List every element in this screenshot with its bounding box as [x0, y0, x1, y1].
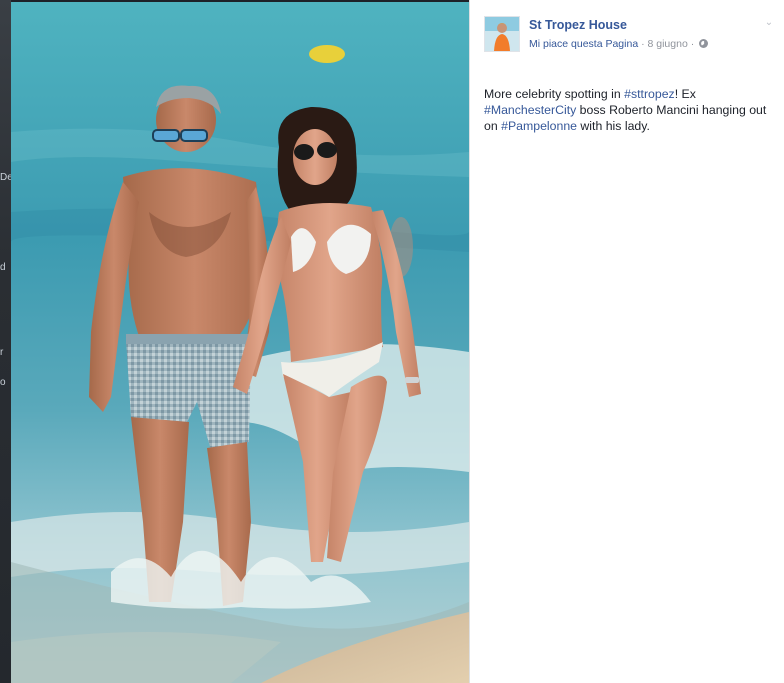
meta-separator: · [641, 38, 645, 50]
beach-photo-illustration [11, 2, 469, 683]
avatar-image [485, 17, 519, 51]
globe-icon [699, 39, 709, 48]
post-meta: Mi piace questa Pagina · 8 giugno · [529, 38, 709, 50]
post-detail-panel: St Tropez House Mi piace questa Pagina ·… [469, 0, 784, 683]
facebook-photo-viewer: De d r o St Tropez House Mi piace questa… [0, 0, 784, 683]
page-name-link[interactable]: St Tropez House [529, 18, 627, 32]
post-date[interactable]: 8 giugno [648, 38, 688, 50]
caption-text: ! Ex [674, 87, 696, 101]
post-caption: More celebrity spotting in #sttropez! Ex… [484, 86, 782, 134]
hashtag-link[interactable]: #Pampelonne [501, 119, 577, 133]
hashtag-link[interactable]: #ManchesterCity [484, 103, 576, 117]
caption-text: with his lady. [577, 119, 650, 133]
chevron-down-icon[interactable]: ⌄ [764, 18, 774, 28]
meta-separator: · [690, 38, 695, 50]
background-text-fragment: o [0, 377, 6, 388]
background-text-fragment: r [0, 347, 4, 358]
post-photo[interactable] [11, 2, 469, 683]
background-page-edge: De d r o [0, 0, 13, 683]
like-page-link[interactable]: Mi piace questa Pagina [529, 38, 638, 50]
post-header: St Tropez House Mi piace questa Pagina ·… [484, 14, 774, 54]
caption-text: More celebrity spotting in [484, 87, 625, 101]
background-text-fragment: d [0, 262, 6, 273]
page-avatar[interactable] [484, 16, 520, 52]
hashtag-link[interactable]: #sttropez [624, 87, 675, 101]
